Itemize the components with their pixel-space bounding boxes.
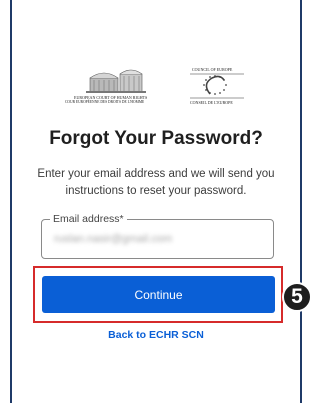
echr-logo: EUROPEAN COURT OF HUMAN RIGHTS COUR EURO…	[62, 66, 174, 106]
login-card	[12, 0, 300, 403]
email-field-label: Email address*	[50, 213, 127, 226]
page-title: Forgot Your Password?	[49, 128, 263, 149]
back-to-echr-scn-link[interactable]: Back to ECHR SCN	[0, 329, 312, 341]
continue-button[interactable]: Continue	[42, 276, 275, 313]
email-field[interactable]: Email address* ruslan.nasir@gmail.com	[41, 213, 274, 259]
frame-border-right	[300, 0, 302, 403]
page-description: Enter your email address and we will sen…	[37, 168, 275, 197]
step-number-badge: 5	[282, 282, 312, 312]
coe-logo: COUNCIL OF EUROPE CONSEIL DE L'EUROPE	[186, 66, 248, 106]
coe-name-french: CONSEIL DE L'EUROPE	[190, 100, 233, 105]
email-field-value[interactable]: ruslan.nasir@gmail.com	[54, 233, 254, 246]
echr-name-french: COUR EUROPÉENNE DES DROITS DE L'HOMME	[65, 100, 145, 104]
logo-row: EUROPEAN COURT OF HUMAN RIGHTS COUR EURO…	[62, 66, 250, 106]
